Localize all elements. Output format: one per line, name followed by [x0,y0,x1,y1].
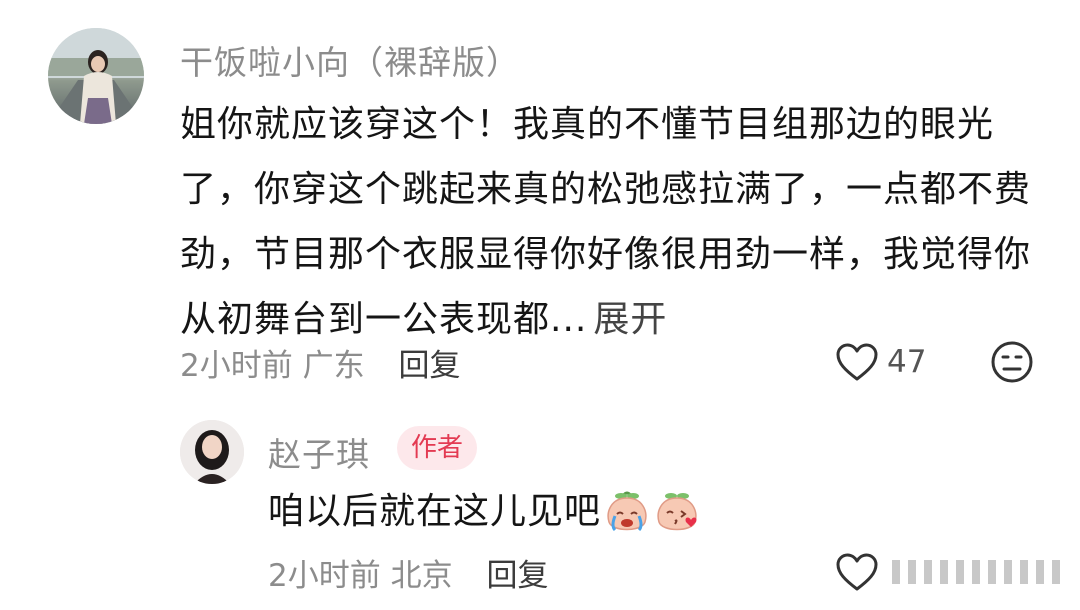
comment-time: 2小时前 [180,348,293,384]
comment-meta: 2小时前 广东 回复 [180,340,460,385]
reply-meta: 2小时前 北京 回复 [268,550,548,595]
like-button[interactable] [835,550,879,594]
avatar-photo [180,420,244,484]
dislike-face-icon [991,341,1033,383]
crying-peach-emoji [607,491,647,532]
like-button[interactable]: 47 [835,340,926,384]
reply-avatar[interactable] [180,420,244,484]
like-count: 47 [887,344,927,380]
avatar-photo [48,28,144,124]
reply-location: 北京 [390,558,453,594]
watermark-overlay [888,556,1068,588]
heart-icon [836,343,878,381]
comment-username[interactable]: 干饭啦小向（裸辞版） [180,36,520,84]
heart-icon [836,553,878,591]
expand-link[interactable]: 展开 [593,299,667,340]
reply-button[interactable]: 回复 [398,348,460,384]
author-badge: 作者 [397,426,478,470]
dislike-button[interactable] [990,340,1034,384]
comment-location: 广东 [302,348,365,384]
reply-text: 咱以后就在这儿见吧 [268,482,701,542]
reply-username[interactable]: 赵子琪 [268,428,370,476]
comment-text: 姐你就应该穿这个！我真的不懂节目组那边的眼光了，你穿这个跳起来真的松弛感拉满了，… [180,92,1040,352]
kissing-peach-emoji [657,493,697,531]
avatar[interactable] [48,28,144,124]
reply-button[interactable]: 回复 [486,558,548,594]
reply-time: 2小时前 [268,558,381,594]
reply-body: 咱以后就在这儿见吧 [268,491,602,532]
